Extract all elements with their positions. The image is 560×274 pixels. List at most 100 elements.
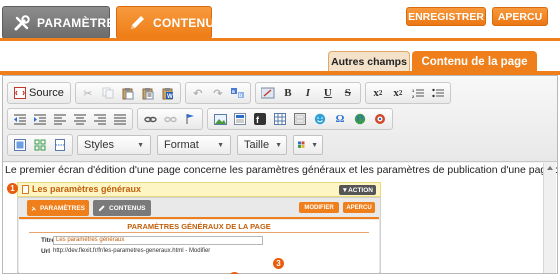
template-icon[interactable] [231,110,249,128]
svg-text:1: 1 [412,88,415,93]
subscript-icon[interactable]: x2 [369,84,387,102]
undo-icon[interactable]: ↶ [189,84,207,102]
embedded-tab-contenus-label: CONTENUS [109,204,146,212]
remove-format-icon[interactable] [259,84,277,102]
svg-text:b: b [239,93,242,99]
save-button[interactable]: ENREGISTRER [406,7,486,26]
paste-icon[interactable] [119,84,137,102]
embedded-title-field: Les paramètres généraux [53,236,263,245]
embedded-preview-button: APERCU [343,202,375,213]
paste-word-icon[interactable]: W [159,84,177,102]
scroll-up-icon[interactable] [547,166,553,170]
intro-paragraph: Le premier écran d'édition d'une page co… [5,164,558,176]
globe-icon[interactable] [351,110,369,128]
callout-badge-3: 3 [273,258,284,269]
bold-icon[interactable]: B [279,84,297,102]
superscript-icon[interactable]: x2 [389,84,407,102]
embedded-action-button: ▼ACTION [338,185,376,195]
link-group [137,108,203,130]
callout-badge-1: 1 [7,183,18,194]
form-icon[interactable] [291,110,309,128]
rich-text-editor: Source ✂ W ↶ ↷ a b B I U S x 2 x 2 1 2 f… [2,75,558,274]
flash-icon[interactable]: f [251,110,269,128]
toolbar-row-1: Source ✂ W ↶ ↷ a b B I U S x 2 x 2 1 2 [7,82,455,104]
clipboard-group: ✂ W [74,82,181,104]
embedded-section-header: Les paramètres généraux ▼ACTION [17,182,381,197]
format-dropdown[interactable]: Format ▼ [157,135,231,155]
chevron-down-icon: ▼ [137,141,144,149]
document-icon [22,185,29,194]
link-icon[interactable] [141,110,159,128]
svg-text:W: W [167,94,173,100]
history-group: ↶ ↷ ab [184,82,251,104]
anchor-icon[interactable] [181,110,199,128]
embedded-tab-parametres: PARAMÈTRES [27,200,89,216]
size-dropdown[interactable]: Taille ▼ [237,135,287,155]
outdent-icon[interactable] [11,110,29,128]
maximize-icon[interactable] [11,136,29,154]
align-left-icon[interactable] [51,110,69,128]
tab-contenus-label: CONTENUS [153,15,223,30]
record-icon[interactable] [371,110,389,128]
smiley-icon[interactable] [311,110,329,128]
show-blocks-icon[interactable] [31,136,49,154]
chevron-down-icon: ▼ [275,141,283,149]
tab-parametres-label: PARAMÈTRES [37,15,124,30]
align-right-icon[interactable] [91,110,109,128]
header-divider [0,38,560,41]
embedded-title-separator [29,232,369,233]
toolbar-row-2: f Ω [7,108,397,130]
styles-dropdown[interactable]: Styles ▼ [77,135,151,155]
align-justify-icon[interactable] [111,110,129,128]
embedded-divider [19,217,379,219]
editor-scrollbar[interactable] [543,163,556,273]
numbered-list-icon[interactable]: 12 [409,84,427,102]
unlink-icon[interactable] [161,110,179,128]
script-group: x2 x2 12 [364,82,451,104]
editor-page: PARAMÈTRES CONTENUS ENREGISTRER APERCU A… [0,0,560,274]
embedded-section-title: Les paramètres généraux [32,184,142,194]
tab-parametres[interactable]: PARAMÈTRES [2,6,123,39]
source-button[interactable]: Source [10,87,68,99]
source-group: Source [7,82,71,104]
color-dropdown[interactable]: ▼ [293,135,323,155]
page-break-icon[interactable] [51,136,69,154]
svg-text:a: a [232,89,235,95]
chevron-down-icon: ▼ [217,141,224,149]
tools-icon [14,14,30,30]
redo-icon[interactable]: ↷ [209,84,227,102]
special-char-icon[interactable]: Ω [331,110,349,128]
underline-icon[interactable]: U [319,84,337,102]
align-center-icon[interactable] [71,110,89,128]
format-group: B I U S [254,82,361,104]
editor-toolbar: Source ✂ W ↶ ↷ a b B I U S x 2 x 2 1 2 f… [3,76,557,162]
styles-label: Styles [84,139,114,151]
bulleted-list-icon[interactable] [429,84,447,102]
embedded-url-value: http://dev.flexit.fr/fr/les-parametres-g… [53,248,211,254]
chevron-down-icon: ▼ [311,141,318,149]
editor-body[interactable]: Le premier écran d'édition d'une page co… [3,163,558,274]
top-bar: PARAMÈTRES CONTENUS ENREGISTRER APERCU [0,0,560,40]
find-replace-icon[interactable]: ab [229,84,247,102]
paste-text-icon[interactable] [139,84,157,102]
tab-contenu-page[interactable]: Contenu de la page [412,51,537,72]
format-label: Format [164,139,199,151]
embedded-screenshot: Les paramètres généraux ▼ACTION 1 PARAMÈ… [7,180,381,274]
italic-icon[interactable]: I [299,84,317,102]
image-icon[interactable] [211,110,229,128]
table-icon[interactable] [271,110,289,128]
indent-icon[interactable] [31,110,49,128]
source-icon [14,87,26,99]
tools-icon [31,206,36,211]
tab-autres-champs[interactable]: Autres champs [328,51,410,72]
embedded-tab-parametres-label: PARAMÈTRES [39,204,85,212]
embedded-general-settings: PARAMÈTRES GÉNÉRAUX DE LA PAGE Titre Les… [19,220,379,273]
view-group [7,134,73,156]
copy-icon[interactable] [99,84,117,102]
tab-contenus[interactable]: CONTENUS [116,6,222,39]
preview-button[interactable]: APERCU [492,7,548,26]
embedded-url-label: Url [41,248,51,255]
toolbar-row-3: Styles ▼ Format ▼ Taille ▼ ▼ [7,134,329,156]
cut-icon[interactable]: ✂ [79,84,97,102]
strike-icon[interactable]: S [339,84,357,102]
